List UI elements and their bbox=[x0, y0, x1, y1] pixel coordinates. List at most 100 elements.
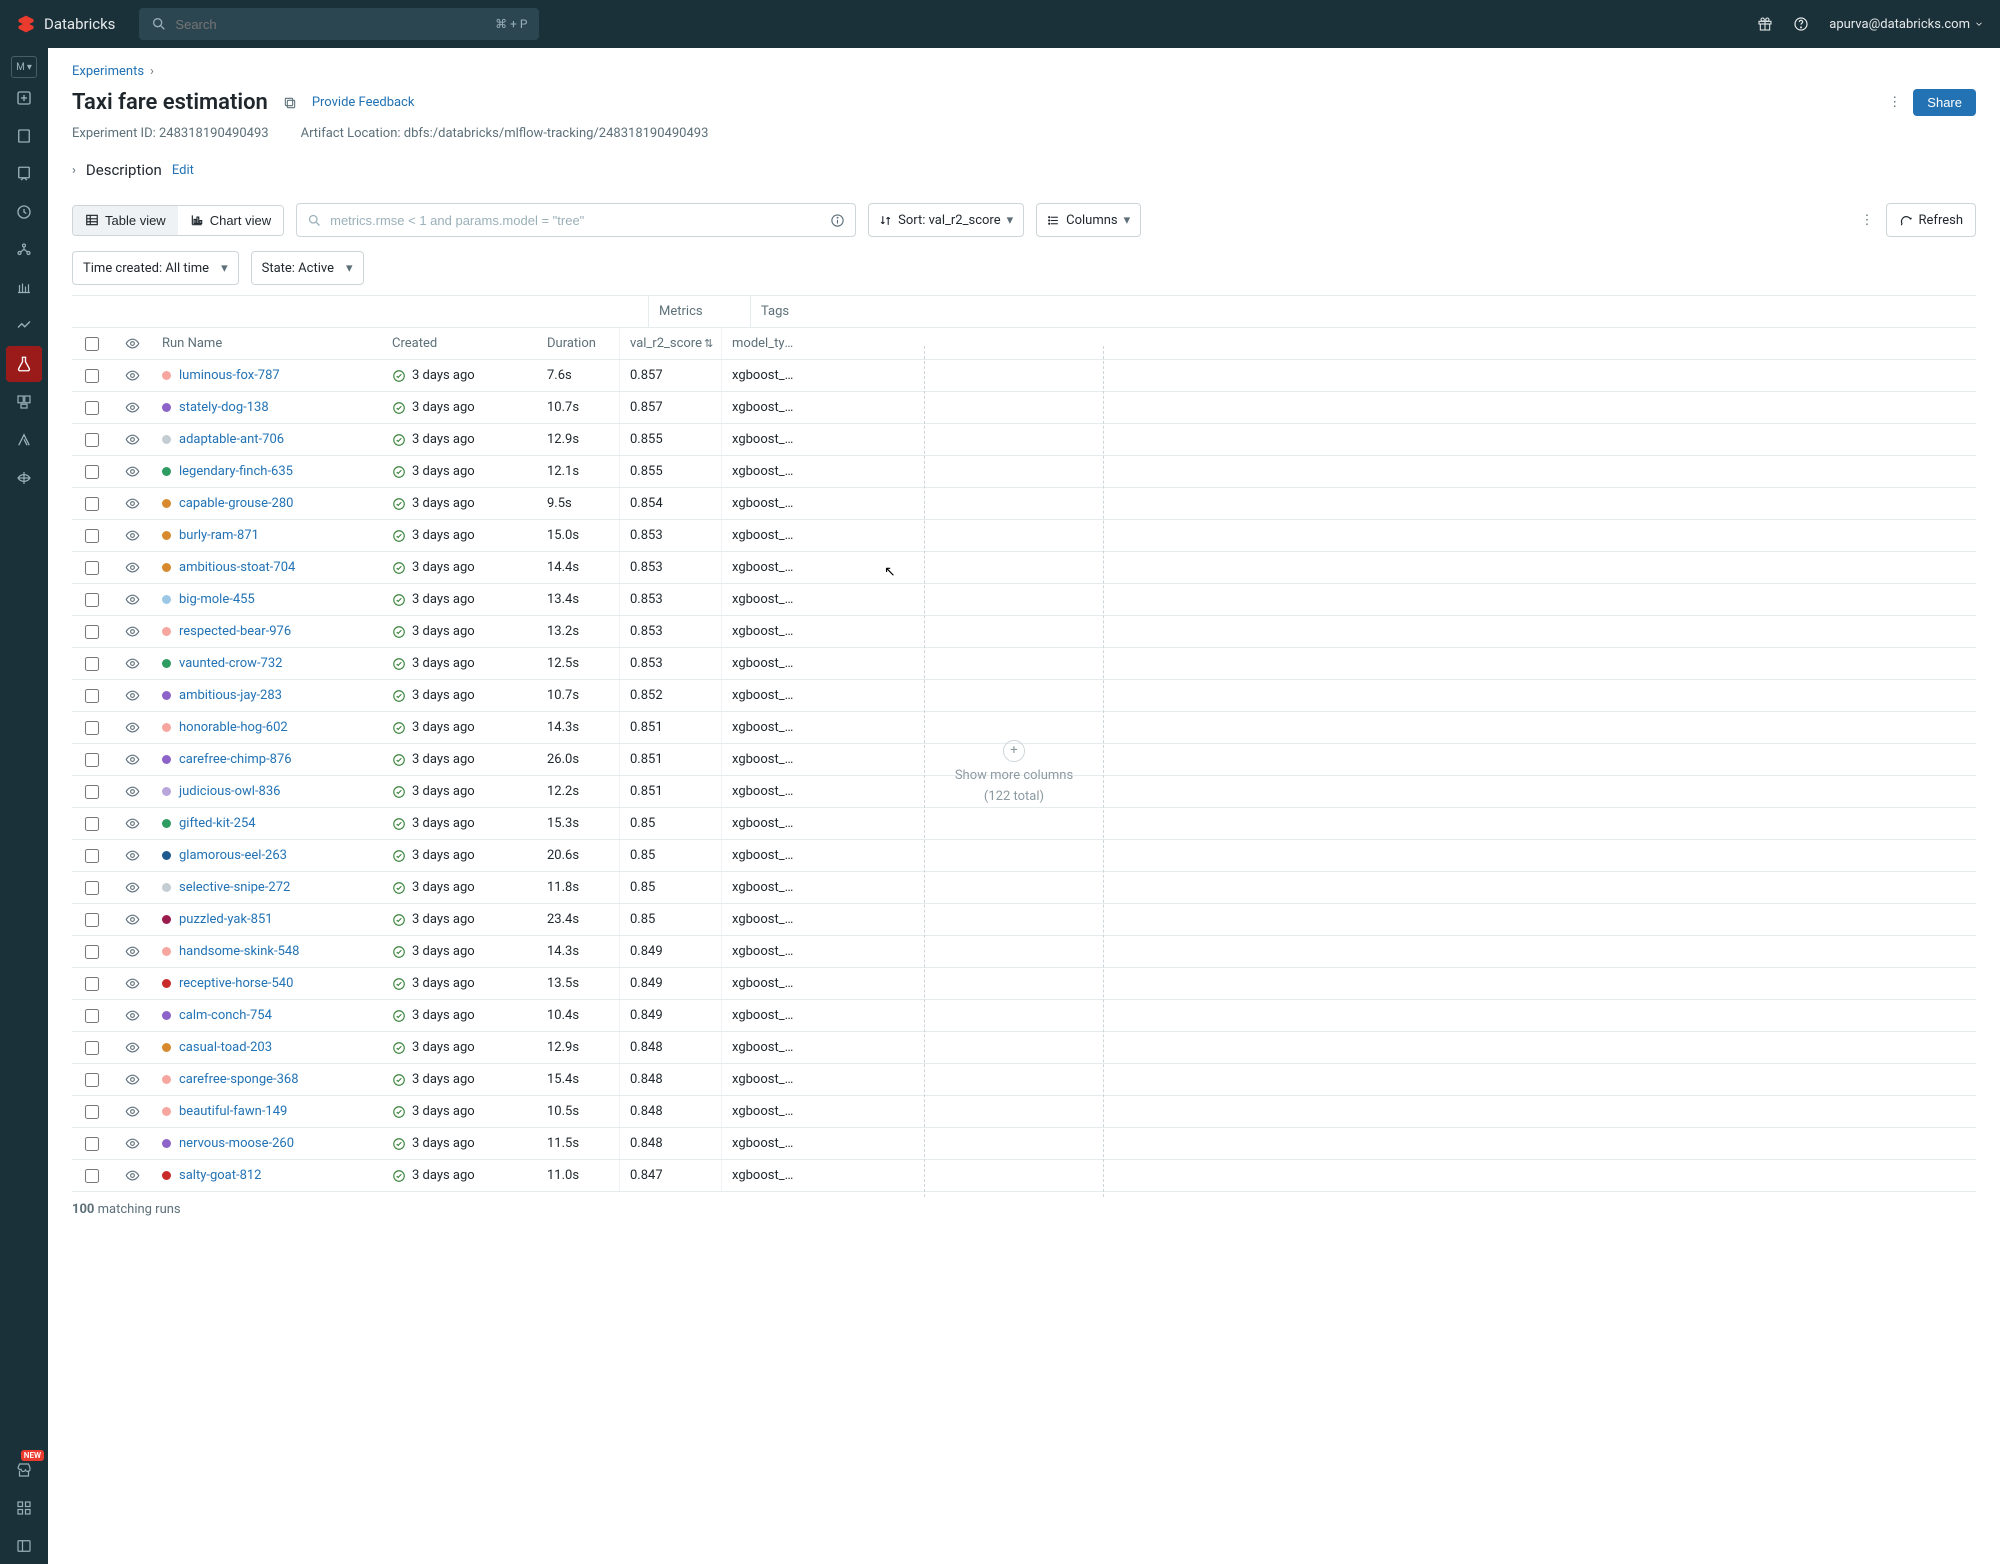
visibility-toggle[interactable] bbox=[112, 1000, 152, 1031]
run-name-link[interactable]: receptive-horse-540 bbox=[179, 976, 293, 991]
columns-dropdown[interactable]: Columns ▾ bbox=[1036, 203, 1141, 237]
nav-partner[interactable] bbox=[6, 1490, 42, 1526]
nav-folder[interactable] bbox=[6, 118, 42, 154]
row-checkbox[interactable] bbox=[85, 913, 99, 927]
run-name-link[interactable]: puzzled-yak-851 bbox=[179, 912, 273, 927]
help-icon[interactable] bbox=[1793, 16, 1809, 32]
visibility-toggle[interactable] bbox=[112, 680, 152, 711]
row-checkbox[interactable] bbox=[85, 625, 99, 639]
edit-description[interactable]: Edit bbox=[172, 163, 194, 178]
visibility-toggle[interactable] bbox=[112, 424, 152, 455]
visibility-toggle[interactable] bbox=[112, 808, 152, 839]
visibility-toggle[interactable] bbox=[112, 520, 152, 551]
row-checkbox[interactable] bbox=[85, 1105, 99, 1119]
run-name-link[interactable]: carefree-sponge-368 bbox=[179, 1072, 299, 1087]
info-icon[interactable] bbox=[830, 213, 845, 228]
global-search-input[interactable] bbox=[175, 17, 495, 32]
col-duration[interactable]: Duration bbox=[537, 328, 619, 359]
brand-logo[interactable]: Databricks bbox=[16, 14, 115, 34]
run-name-link[interactable]: burly-ram-871 bbox=[179, 528, 259, 543]
run-name-link[interactable]: selective-snipe-272 bbox=[179, 880, 290, 895]
nav-features[interactable] bbox=[6, 460, 42, 496]
run-name-link[interactable]: honorable-hog-602 bbox=[179, 720, 288, 735]
run-name-link[interactable]: legendary-finch-635 bbox=[179, 464, 293, 479]
visibility-toggle[interactable] bbox=[112, 584, 152, 615]
row-checkbox[interactable] bbox=[85, 433, 99, 447]
visibility-toggle[interactable] bbox=[112, 872, 152, 903]
nav-panel-toggle[interactable] bbox=[6, 1528, 42, 1564]
visibility-toggle[interactable] bbox=[112, 776, 152, 807]
sort-dropdown[interactable]: Sort: val_r2_score ▾ bbox=[868, 203, 1024, 237]
run-name-link[interactable]: nervous-moose-260 bbox=[179, 1136, 294, 1151]
run-name-link[interactable]: casual-toad-203 bbox=[179, 1040, 272, 1055]
visibility-toggle[interactable] bbox=[112, 712, 152, 743]
run-name-link[interactable]: ambitious-jay-283 bbox=[179, 688, 282, 703]
nav-new[interactable] bbox=[6, 80, 42, 116]
run-name-link[interactable]: adaptable-ant-706 bbox=[179, 432, 284, 447]
visibility-toggle[interactable] bbox=[112, 968, 152, 999]
visibility-toggle[interactable] bbox=[112, 360, 152, 391]
row-checkbox[interactable] bbox=[85, 369, 99, 383]
run-name-link[interactable]: respected-bear-976 bbox=[179, 624, 291, 639]
nav-data[interactable] bbox=[6, 232, 42, 268]
run-name-link[interactable]: judicious-owl-836 bbox=[179, 784, 280, 799]
global-search[interactable]: ⌘ + P bbox=[139, 8, 539, 40]
run-name-link[interactable]: vaunted-crow-732 bbox=[179, 656, 282, 671]
visibility-toggle[interactable] bbox=[112, 392, 152, 423]
user-menu[interactable]: apurva@databricks.com bbox=[1829, 17, 1984, 32]
row-checkbox[interactable] bbox=[85, 753, 99, 767]
row-checkbox[interactable] bbox=[85, 497, 99, 511]
row-checkbox[interactable] bbox=[85, 1137, 99, 1151]
visibility-toggle[interactable] bbox=[112, 936, 152, 967]
row-checkbox[interactable] bbox=[85, 561, 99, 575]
time-filter[interactable]: Time created: All time ▾ bbox=[72, 251, 239, 285]
nav-recents[interactable] bbox=[6, 194, 42, 230]
kebab-icon[interactable]: ⋮ bbox=[1888, 95, 1901, 110]
expand-icon[interactable]: › bbox=[72, 163, 76, 178]
visibility-toggle[interactable] bbox=[112, 488, 152, 519]
filter-search[interactable] bbox=[296, 203, 856, 237]
row-checkbox[interactable] bbox=[85, 785, 99, 799]
kebab-icon[interactable]: ⋮ bbox=[1861, 213, 1874, 228]
row-checkbox[interactable] bbox=[85, 817, 99, 831]
nav-workflows[interactable] bbox=[6, 308, 42, 344]
visibility-toggle[interactable] bbox=[112, 744, 152, 775]
visibility-toggle[interactable] bbox=[112, 552, 152, 583]
row-checkbox[interactable] bbox=[85, 593, 99, 607]
run-name-link[interactable]: salty-goat-812 bbox=[179, 1168, 262, 1183]
row-checkbox[interactable] bbox=[85, 529, 99, 543]
plus-icon[interactable]: + bbox=[1003, 740, 1025, 762]
row-checkbox[interactable] bbox=[85, 657, 99, 671]
gift-icon[interactable] bbox=[1757, 16, 1773, 32]
select-all-checkbox[interactable] bbox=[85, 337, 99, 351]
row-checkbox[interactable] bbox=[85, 849, 99, 863]
row-checkbox[interactable] bbox=[85, 1169, 99, 1183]
col-metric[interactable]: val_r2_score⇅ bbox=[619, 328, 721, 359]
state-filter[interactable]: State: Active ▾ bbox=[251, 251, 364, 285]
nav-marketplace[interactable]: NEW bbox=[6, 1452, 42, 1488]
row-checkbox[interactable] bbox=[85, 689, 99, 703]
nav-compute[interactable] bbox=[6, 270, 42, 306]
chart-view-button[interactable]: Chart view bbox=[178, 206, 283, 235]
run-name-link[interactable]: stately-dog-138 bbox=[179, 400, 269, 415]
row-checkbox[interactable] bbox=[85, 945, 99, 959]
run-name-link[interactable]: luminous-fox-787 bbox=[179, 368, 280, 383]
breadcrumb-root[interactable]: Experiments bbox=[72, 64, 144, 79]
visibility-toggle[interactable] bbox=[112, 1160, 152, 1191]
row-checkbox[interactable] bbox=[85, 721, 99, 735]
visibility-toggle[interactable] bbox=[112, 1064, 152, 1095]
run-name-link[interactable]: ambitious-stoat-704 bbox=[179, 560, 295, 575]
visibility-header[interactable] bbox=[112, 328, 152, 359]
run-name-link[interactable]: glamorous-eel-263 bbox=[179, 848, 287, 863]
run-name-link[interactable]: big-mole-455 bbox=[179, 592, 255, 607]
feedback-link[interactable]: Provide Feedback bbox=[312, 95, 415, 110]
visibility-toggle[interactable] bbox=[112, 456, 152, 487]
share-button[interactable]: Share bbox=[1913, 89, 1976, 116]
visibility-toggle[interactable] bbox=[112, 904, 152, 935]
row-checkbox[interactable] bbox=[85, 1041, 99, 1055]
row-checkbox[interactable] bbox=[85, 881, 99, 895]
visibility-toggle[interactable] bbox=[112, 648, 152, 679]
nav-models[interactable] bbox=[6, 384, 42, 420]
row-checkbox[interactable] bbox=[85, 977, 99, 991]
nav-workspace[interactable]: M▾ bbox=[11, 56, 37, 78]
